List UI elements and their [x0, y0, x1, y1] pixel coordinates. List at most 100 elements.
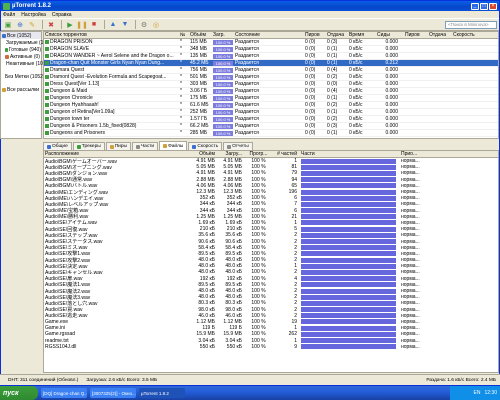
taskbar-item-active[interactable]: µTorrent 1.8.2 [139, 388, 185, 398]
file-priority: норма... [401, 176, 420, 183]
file-row[interactable]: Game.ini 119 Б 119 Б 100 % 1 норма... [44, 325, 498, 331]
file-progress: 100 % [251, 263, 266, 270]
pieces-icon [135, 144, 140, 149]
move-down-icon[interactable]: ▼ [120, 20, 130, 30]
torrent-number: * [180, 88, 182, 94]
torrent-peers: 0 (1) [327, 60, 338, 66]
menu-help[interactable]: Справка [52, 12, 72, 18]
torrent-row[interactable]: Dramara Quest * 756 МБ 100.0 % Раздается 0 (0… [44, 67, 498, 74]
torrent-row[interactable]: Dungeon & Prisoners 1.5b_fixed(0828) * 66.… [44, 123, 498, 130]
file-row[interactable]: Game.rgssad 15.9 МБ 15.9 МБ 100 % 262 норма..… [44, 331, 498, 337]
stop-icon[interactable]: ■ [89, 20, 99, 30]
column-header-size[interactable]: Объём [194, 151, 217, 157]
torrent-ratio: 0.000 [385, 39, 398, 45]
tab-peers[interactable]: Пиры [105, 142, 131, 150]
file-pieces-bar [301, 239, 396, 245]
torrent-name: Dress Quest[Ver 1.13] [44, 81, 179, 87]
seeding-status-icon [45, 74, 49, 79]
column-header-done[interactable]: Загр. [212, 32, 234, 38]
maximize-button[interactable]: □ [480, 2, 488, 10]
column-header-pieces[interactable]: Части [300, 151, 400, 157]
torrent-row[interactable]: Dragon-chan Quit Monster Girls Nyan Nyan… [44, 60, 498, 67]
move-up-icon[interactable]: ▲ [108, 20, 118, 30]
column-header-dl-speed[interactable]: Скорость загр. [452, 32, 476, 38]
column-header-status[interactable]: Состояние [234, 32, 304, 38]
column-header-path[interactable]: Расположение [44, 151, 194, 157]
torrent-row[interactable]: DRAGON PRISON * 115 МБ 100.0 % Раздается 0 (0… [44, 39, 498, 46]
search-input[interactable]: <Поиск в Mininova> [445, 20, 497, 29]
pause-icon[interactable]: ❚❚ [76, 20, 88, 30]
file-row[interactable]: Audio\SE\逃走.wav 46.0 кБ 46.0 кБ 100 % 2 норма… [44, 312, 498, 320]
torrent-status: Раздается [235, 130, 259, 136]
start-button[interactable]: пуск [0, 386, 38, 400]
column-header-name[interactable]: Список торрентов [44, 32, 179, 38]
column-header-seeds[interactable]: Сиды [376, 32, 404, 38]
torrent-row[interactable]: Dungeon town ter * 1.57 ГБ 100.0 % Раздается… [44, 116, 498, 123]
taskbar-item[interactable]: [DQ] Dragon-chan Q... [41, 388, 87, 398]
sidebar-item-all[interactable]: Все (1052) [1, 32, 41, 39]
sidebar-item-no-label[interactable]: Без Метки (1052) [1, 73, 45, 80]
sidebar-item-downloading[interactable]: Загружаемые (112) [1, 39, 50, 46]
column-header-peers-2[interactable]: Пиров [404, 32, 428, 38]
tab-files[interactable]: Файлы [159, 141, 188, 150]
column-header-peers[interactable]: Пиров [304, 32, 326, 38]
torrent-row[interactable]: Dramont Quest -Evolution Formula and Sca… [44, 74, 498, 81]
language-indicator[interactable]: EN [474, 390, 481, 396]
column-header-time[interactable]: Время [348, 32, 376, 38]
column-header-progress[interactable]: Прогр... [244, 151, 272, 157]
torrent-row[interactable]: Dress Quest[Ver 1.13] * 303 МБ 100.0 % Разда… [44, 81, 498, 88]
column-header-size[interactable]: Объём [189, 32, 212, 38]
remote-icon[interactable]: ◎ [151, 20, 161, 30]
tab-trackers[interactable]: Трекеры [72, 142, 105, 150]
column-header-priority[interactable]: Прио... [400, 151, 430, 157]
torrent-peers: 0 (1) [327, 95, 338, 101]
menu-settings[interactable]: Настройка [21, 12, 46, 18]
tab-pieces[interactable]: Части [131, 142, 159, 150]
column-header-upload[interactable]: Отдача [326, 32, 348, 38]
file-size: 48.0 кБ [198, 288, 215, 295]
minimize-button[interactable]: _ [471, 2, 479, 10]
sidebar-item-completed[interactable]: Готовые (940) [1, 46, 41, 53]
torrent-seeds: 0 (0) [305, 67, 316, 73]
column-header-number[interactable]: № [179, 32, 189, 38]
menu-file[interactable]: Файл [3, 12, 15, 18]
file-size: 48.0 кБ [198, 257, 215, 264]
column-header-downloaded[interactable]: Загру... [217, 151, 244, 157]
seeding-status-icon [45, 81, 49, 86]
torrent-name-text: Dungeon & Prisoners 1.5b_fixed(0828) [50, 123, 137, 129]
torrent-row[interactable]: Dungeon Chronicle * 175 МБ 100.0 % Раздается… [44, 95, 498, 102]
file-piece-count: 79 [291, 170, 297, 177]
sidebar-item-inactive[interactable]: Неактивные (1052) [1, 60, 50, 67]
torrent-row[interactable]: DRAGON WANDER ~ Aerol Selene and the Dra… [44, 53, 498, 60]
sidebar-item-rss[interactable]: Все рассылки [1, 86, 41, 93]
add-url-icon[interactable]: ⊕ [15, 20, 25, 30]
file-piece-count: 2 [294, 312, 297, 319]
torrent-name: Dungeon town ter [44, 116, 179, 122]
torrent-row[interactable]: Dungeon of Retina[Ver1.09a] * 252 МБ 100.0 … [44, 109, 498, 116]
torrent-row[interactable]: Dungeon Hyahhaaah! * 61.6 МБ 100.0 % Раздает… [44, 102, 498, 109]
column-header-upload-2[interactable]: Отдача [428, 32, 452, 38]
torrent-row[interactable]: DRAGON SLAVE * 348 МБ 100.0 % Раздается 0 (0)… [44, 46, 498, 53]
torrent-row[interactable]: Dungeons and Prisoners * 285 МБ 100.0 % Разд… [44, 130, 498, 137]
file-piece-count: 2 [294, 257, 297, 264]
tab-speed[interactable]: Скорость [188, 142, 223, 150]
torrent-progress: 100.0 % [212, 88, 234, 94]
tab-logger[interactable]: Отчеты [223, 142, 253, 150]
start-icon[interactable]: ▶ [65, 20, 75, 30]
torrent-ratio: 0.000 [385, 123, 398, 129]
close-button[interactable]: × [489, 2, 497, 10]
file-row[interactable]: readme.txt 3.04 кБ 3.04 кБ 100 % 1 норма... [44, 337, 498, 344]
file-path: readme.txt [45, 337, 69, 344]
tab-general[interactable]: Общие [43, 142, 72, 150]
file-row[interactable]: Game.exe 1.12 МБ 1.12 МБ 100 % 19 норма... [44, 319, 498, 325]
file-row[interactable]: RGSS104J.dll 550 кБ 550 кБ 100 % 9 норма... [44, 344, 498, 350]
remove-icon[interactable]: ✖ [46, 20, 56, 30]
create-torrent-icon[interactable]: ✎ [27, 20, 37, 30]
taskbar-item[interactable]: [3007325(2)] - Окно... [90, 388, 136, 398]
add-torrent-icon[interactable]: ▣ [3, 20, 13, 30]
seeding-status-icon [45, 39, 49, 44]
column-header-pieces-count[interactable]: # частей [272, 151, 300, 157]
torrent-row[interactable]: Dungeon & Maid * 3.06 ГБ 100.0 % Раздается 0 … [44, 88, 498, 95]
sidebar-item-active[interactable]: Активные (0) [1, 53, 41, 60]
preferences-icon[interactable]: ⚙ [139, 20, 149, 30]
